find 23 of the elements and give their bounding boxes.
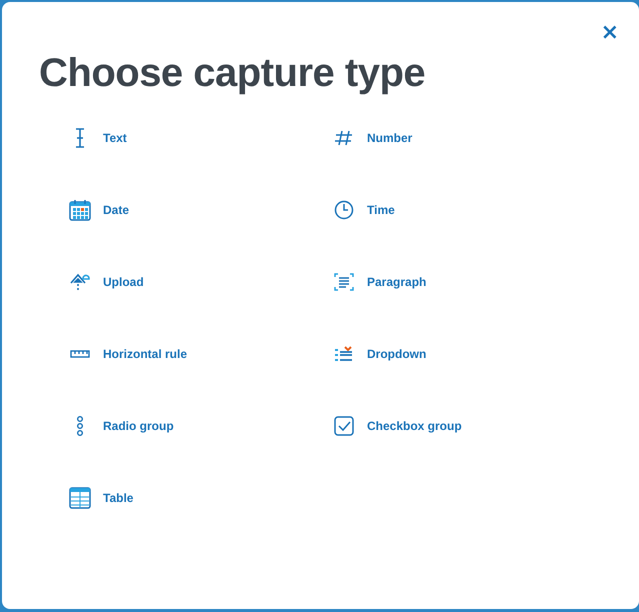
paragraph-icon [334, 273, 354, 291]
close-button[interactable]: × [600, 22, 619, 44]
capture-type-option[interactable]: Horizontal rule [57, 343, 188, 365]
capture-type-option[interactable]: Date [57, 199, 130, 221]
capture-type-option[interactable]: Checkbox group [321, 415, 462, 437]
hash-icon [335, 130, 353, 146]
capture-type-option[interactable]: Upload [57, 271, 144, 293]
list-icon [335, 346, 353, 362]
capture-type-option[interactable]: Text [57, 127, 127, 149]
capture-type-option[interactable]: Radio group [57, 415, 174, 437]
ruler-icon [70, 350, 90, 358]
radio-buttons-icon [76, 416, 84, 436]
capture-type-option[interactable]: Paragraph [321, 271, 426, 293]
calendar-icon [69, 199, 91, 221]
capture-type-option[interactable]: Table [57, 487, 134, 509]
clock-icon [334, 200, 354, 220]
table-icon [69, 487, 91, 509]
capture-type-option[interactable]: Number [321, 127, 412, 149]
dialog-title: Choose capture type [39, 50, 426, 93]
checkbox-icon [334, 416, 354, 436]
capture-type-option[interactable]: Time [321, 199, 395, 221]
capture-type-option[interactable]: Dropdown [321, 343, 426, 365]
text-cursor-icon [75, 128, 85, 148]
